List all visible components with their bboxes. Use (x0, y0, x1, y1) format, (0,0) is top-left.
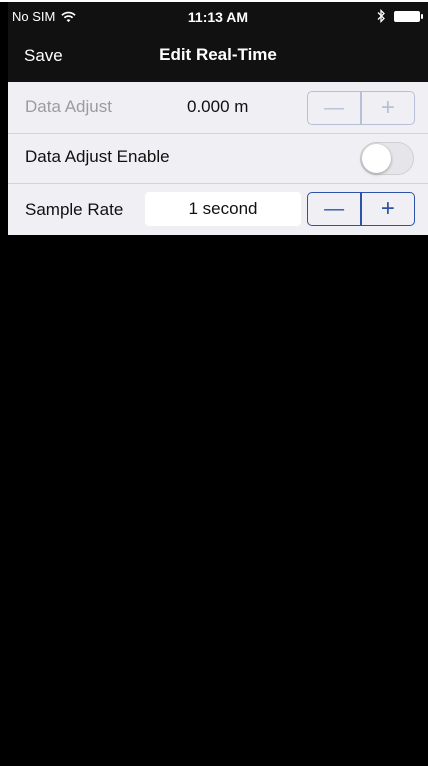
data-adjust-enable-label: Data Adjust Enable (25, 147, 170, 166)
minus-icon: — (324, 198, 345, 220)
toggle-knob (362, 144, 391, 173)
status-time: 11:13 AM (187, 9, 249, 25)
sample-rate-field[interactable]: 1 second (145, 192, 301, 226)
plus-icon: + (380, 195, 395, 222)
sample-rate-increment-button[interactable]: + (362, 193, 414, 225)
minus-icon: — (324, 97, 345, 119)
data-adjust-row: Data Adjust 0.000 m — + (8, 82, 428, 134)
status-right (376, 9, 423, 23)
sample-rate-stepper[interactable]: — + (307, 192, 415, 226)
sample-rate-row: Sample Rate 1 second — + (8, 184, 428, 235)
data-adjust-stepper[interactable]: — + (307, 91, 415, 125)
settings-list: Data Adjust 0.000 m — + Data Adjust Enab… (8, 82, 428, 235)
app-screen: No SIM 11:13 AM Save Edit Real-Time Data… (0, 0, 428, 766)
data-adjust-enable-toggle[interactable] (360, 142, 414, 175)
data-adjust-increment-button[interactable]: + (362, 92, 414, 124)
sample-rate-label: Sample Rate (25, 200, 124, 219)
plus-icon: + (380, 94, 395, 121)
sample-rate-decrement-button[interactable]: — (308, 193, 360, 225)
status-bar: No SIM 11:13 AM (8, 2, 428, 32)
page-title: Edit Real-Time (159, 45, 277, 64)
data-adjust-value: 0.000 m (187, 97, 249, 116)
data-adjust-label: Data Adjust (25, 97, 112, 116)
data-adjust-decrement-button[interactable]: — (308, 92, 360, 124)
bluetooth-icon (377, 9, 385, 23)
data-adjust-enable-row: Data Adjust Enable (8, 134, 428, 184)
navigation-bar: Save Edit Real-Time (8, 32, 428, 82)
content-area (8, 235, 428, 766)
battery-icon (394, 10, 423, 22)
